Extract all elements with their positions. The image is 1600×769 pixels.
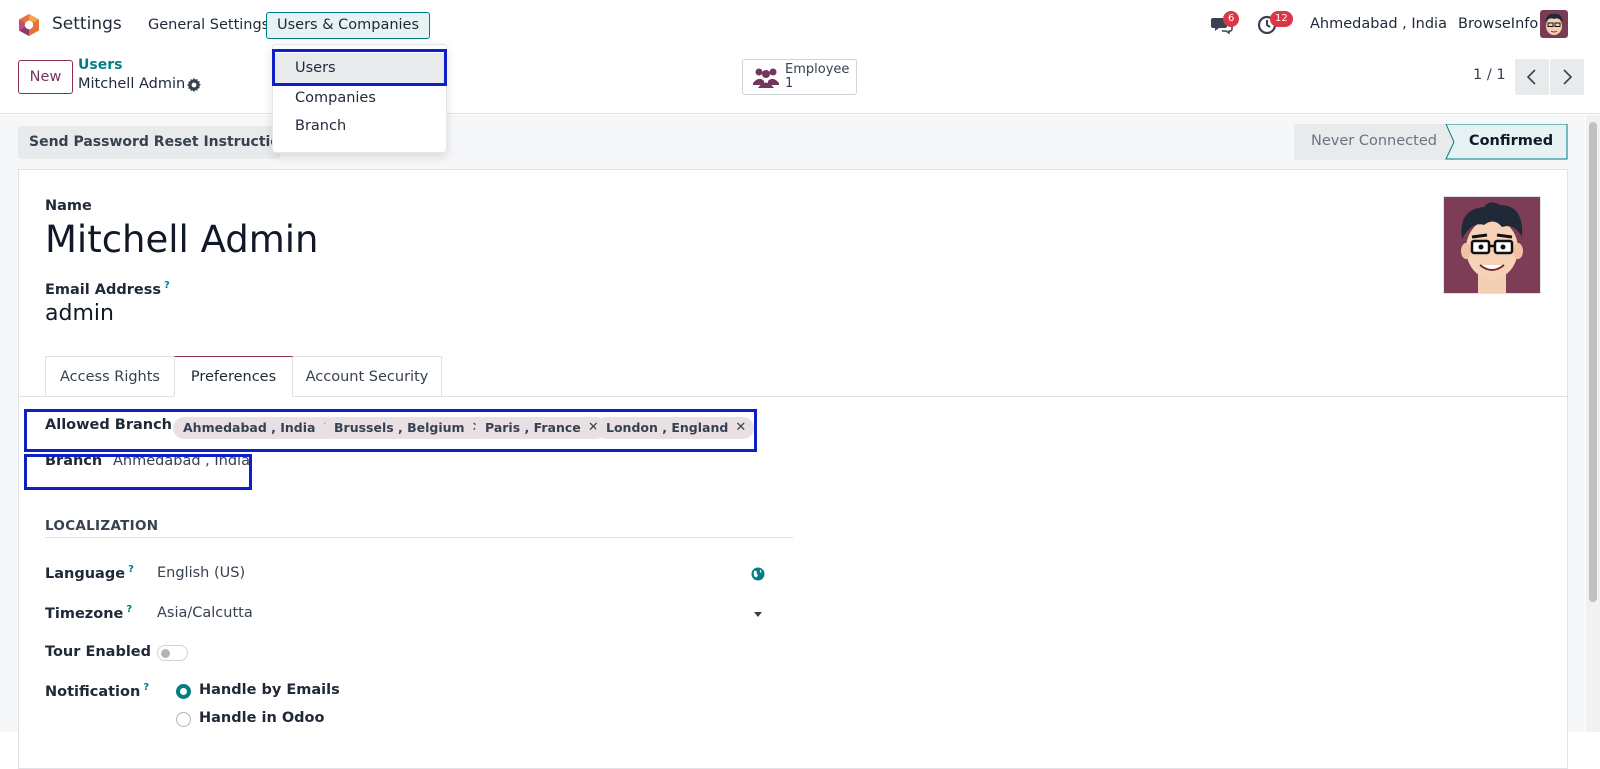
- messages-badge: 6: [1223, 11, 1240, 27]
- new-button[interactable]: New: [18, 60, 73, 94]
- statusbar: Never Connected Confirmed: [1294, 124, 1568, 160]
- email-label: Email Address?: [45, 280, 170, 298]
- localization-section-title: LOCALIZATION: [45, 518, 159, 534]
- notification-label: Notification?: [45, 682, 150, 700]
- tab-preferences[interactable]: Preferences: [174, 356, 293, 397]
- dropdown-item-companies[interactable]: Companies: [273, 83, 446, 113]
- odoo-app-logo-icon[interactable]: [17, 13, 41, 37]
- app-name[interactable]: Settings: [52, 14, 122, 34]
- pager-value[interactable]: 1 / 1: [1473, 67, 1506, 83]
- pager-next-button[interactable]: [1550, 59, 1584, 95]
- name-label: Name: [45, 198, 92, 214]
- chevron-down-icon[interactable]: [754, 612, 762, 617]
- highlight-box: [24, 454, 252, 490]
- company-switcher[interactable]: BrowseInfo: [1458, 12, 1538, 36]
- help-icon[interactable]: ?: [164, 280, 170, 291]
- notification-option-emails[interactable]: Handle by Emails: [199, 682, 340, 698]
- breadcrumb-users-link[interactable]: Users: [78, 57, 122, 73]
- tab-access-rights[interactable]: Access Rights: [45, 356, 175, 397]
- gear-icon[interactable]: [186, 77, 202, 93]
- control-panel: New Users Mitchell Admin Employee 1 1 / …: [0, 50, 1600, 114]
- help-icon[interactable]: ?: [143, 682, 149, 693]
- scrollbar[interactable]: [1586, 115, 1600, 732]
- chevron-left-icon: [1526, 69, 1536, 85]
- activities-badge: 12: [1270, 11, 1293, 27]
- tour-enabled-toggle[interactable]: [157, 645, 188, 661]
- top-navbar: Settings General Settings Users & Compan…: [0, 0, 1600, 50]
- users-group-icon: [753, 68, 779, 88]
- menu-general-settings[interactable]: General Settings: [137, 12, 280, 39]
- status-confirmed[interactable]: Confirmed: [1454, 124, 1568, 160]
- email-field[interactable]: admin: [45, 301, 114, 326]
- status-never-connected[interactable]: Never Connected: [1294, 124, 1454, 160]
- name-field[interactable]: Mitchell Admin: [45, 218, 319, 261]
- highlight-box: [24, 409, 757, 452]
- language-label: Language?: [45, 564, 134, 582]
- menu-users-companies[interactable]: Users & Companies: [266, 12, 431, 39]
- notification-radio-odoo[interactable]: [176, 712, 191, 727]
- timezone-label: Timezone?: [45, 604, 133, 622]
- help-icon[interactable]: ?: [126, 604, 132, 615]
- chevron-right-icon: [1563, 69, 1573, 85]
- pager-previous-button[interactable]: [1515, 59, 1549, 95]
- send-password-reset-button[interactable]: Send Password Reset Instructions: [18, 126, 298, 159]
- employee-smart-count: 1: [785, 76, 794, 91]
- language-field[interactable]: English (US): [157, 565, 245, 581]
- tab-account-security[interactable]: Account Security: [292, 356, 442, 397]
- help-icon[interactable]: ?: [128, 564, 134, 575]
- highlight-box: [272, 49, 447, 86]
- globe-icon[interactable]: [751, 567, 765, 581]
- section-divider: [45, 537, 793, 538]
- tour-enabled-label: Tour Enabled: [45, 644, 152, 660]
- user-photo[interactable]: [1443, 196, 1541, 294]
- notification-option-odoo[interactable]: Handle in Odoo: [199, 710, 324, 726]
- user-avatar[interactable]: [1540, 10, 1568, 38]
- dropdown-item-branch[interactable]: Branch: [273, 111, 446, 141]
- employee-smart-button[interactable]: Employee 1: [742, 59, 857, 95]
- breadcrumb-current: Mitchell Admin: [78, 76, 186, 92]
- employee-smart-label: Employee: [785, 62, 850, 77]
- scrollbar-thumb[interactable]: [1589, 122, 1597, 602]
- notification-radio-emails[interactable]: [176, 684, 191, 699]
- timezone-select[interactable]: Asia/Calcutta: [157, 605, 253, 621]
- branch-switcher[interactable]: Ahmedabad , India: [1310, 12, 1447, 36]
